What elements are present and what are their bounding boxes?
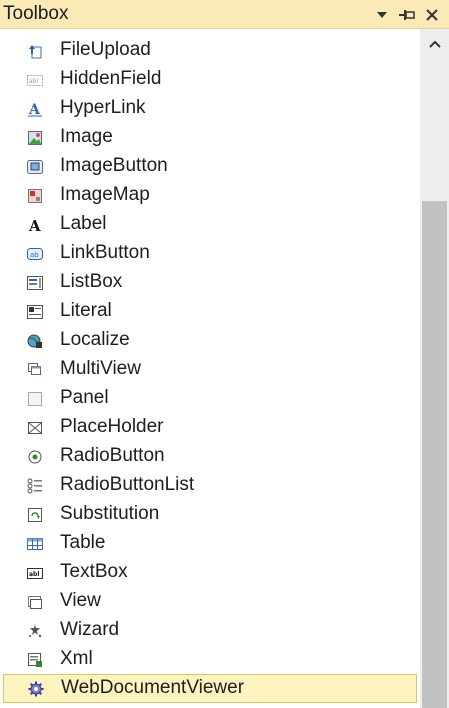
hidden-field-icon: abl [27, 72, 43, 88]
scroll-up-button[interactable] [420, 29, 449, 59]
link-button-icon: ab [27, 246, 43, 262]
label-icon: A [27, 217, 43, 235]
list-item-multiview[interactable]: MultiView [0, 355, 420, 384]
list-item-placeholder[interactable]: PlaceHolder [0, 413, 420, 442]
item-label: PlaceHolder [60, 416, 164, 437]
item-label: Xml [60, 648, 93, 669]
item-label: RadioButton [60, 445, 165, 466]
item-label: Literal [60, 300, 112, 321]
pin-icon[interactable] [397, 0, 417, 29]
view-icon [27, 594, 43, 610]
item-label: LinkButton [60, 242, 150, 263]
window-title: Toolbox [3, 3, 69, 24]
image-map-icon [27, 188, 43, 204]
chevron-up-icon [428, 40, 441, 48]
item-label: Wizard [60, 619, 120, 640]
item-label: Label [60, 213, 107, 234]
gear-icon [28, 681, 44, 697]
item-label: WebDocumentViewer [61, 677, 245, 698]
hyperlink-icon: A [27, 101, 43, 118]
item-label: View [60, 590, 101, 611]
multiview-icon [27, 362, 43, 378]
localize-icon [27, 333, 43, 349]
list-item-hiddenfield[interactable]: abl HiddenField [0, 65, 420, 94]
list-item-imagebutton[interactable]: ImageButton [0, 152, 420, 181]
svg-text:abl: abl [29, 571, 39, 578]
placeholder-icon [27, 420, 43, 436]
list-item-view[interactable]: View [0, 587, 420, 616]
xml-icon [27, 652, 43, 668]
item-label: ListBox [60, 271, 123, 292]
item-label: Image [60, 126, 113, 147]
list-item-fileupload[interactable]: FileUpload [0, 36, 420, 65]
radio-button-list-icon [27, 478, 43, 494]
image-button-icon [27, 159, 43, 175]
list-item-literal[interactable]: Literal [0, 297, 420, 326]
list-item-panel[interactable]: Panel [0, 384, 420, 413]
item-label: Substitution [60, 503, 160, 524]
list-item-imagemap[interactable]: ImageMap [0, 181, 420, 210]
svg-text:ab: ab [30, 251, 39, 259]
toolbox-list: FileUpload abl HiddenField A HyperLink I… [0, 29, 420, 708]
panel-icon [27, 391, 43, 407]
file-upload-icon [27, 43, 43, 59]
close-icon[interactable] [422, 0, 442, 29]
item-label: HiddenField [60, 68, 162, 89]
list-item-radiobutton[interactable]: RadioButton [0, 442, 420, 471]
toolbox-title-bar: Toolbox [0, 0, 449, 29]
svg-text:A: A [28, 102, 41, 117]
item-label: Table [60, 532, 106, 553]
item-label: ImageButton [60, 155, 168, 176]
svg-text:A: A [28, 217, 41, 233]
wizard-icon [27, 623, 43, 639]
list-item-table[interactable]: Table [0, 529, 420, 558]
item-label: Panel [60, 387, 109, 408]
item-label: HyperLink [60, 97, 146, 118]
dropdown-arrow-icon[interactable] [372, 0, 392, 29]
list-item-xml[interactable]: Xml [0, 645, 420, 674]
list-item-localize[interactable]: Localize [0, 326, 420, 355]
list-item-label[interactable]: A Label [0, 210, 420, 239]
list-item-wizard[interactable]: Wizard [0, 616, 420, 645]
list-item-radiobuttonlist[interactable]: RadioButtonList [0, 471, 420, 500]
image-icon [27, 130, 43, 146]
svg-text:abl: abl [29, 78, 38, 85]
list-item-textbox[interactable]: abl TextBox [0, 558, 420, 587]
textbox-icon: abl [27, 565, 43, 581]
list-item-webdocumentviewer[interactable]: WebDocumentViewer [3, 674, 417, 703]
literal-icon [27, 304, 43, 320]
item-label: MultiView [60, 358, 141, 379]
scroll-thumb[interactable] [422, 201, 447, 708]
list-item-linkbutton[interactable]: ab LinkButton [0, 239, 420, 268]
list-item-substitution[interactable]: Substitution [0, 500, 420, 529]
radio-button-icon [27, 449, 43, 465]
vertical-scrollbar[interactable] [420, 29, 449, 708]
item-label: ImageMap [60, 184, 150, 205]
item-label: Localize [60, 329, 130, 350]
listbox-icon [27, 275, 43, 291]
item-label: TextBox [60, 561, 128, 582]
table-icon [27, 536, 43, 552]
list-item-image[interactable]: Image [0, 123, 420, 152]
substitution-icon [27, 507, 43, 523]
list-item-hyperlink[interactable]: A HyperLink [0, 94, 420, 123]
item-label: RadioButtonList [60, 474, 195, 495]
item-label: FileUpload [60, 39, 151, 60]
list-item-listbox[interactable]: ListBox [0, 268, 420, 297]
